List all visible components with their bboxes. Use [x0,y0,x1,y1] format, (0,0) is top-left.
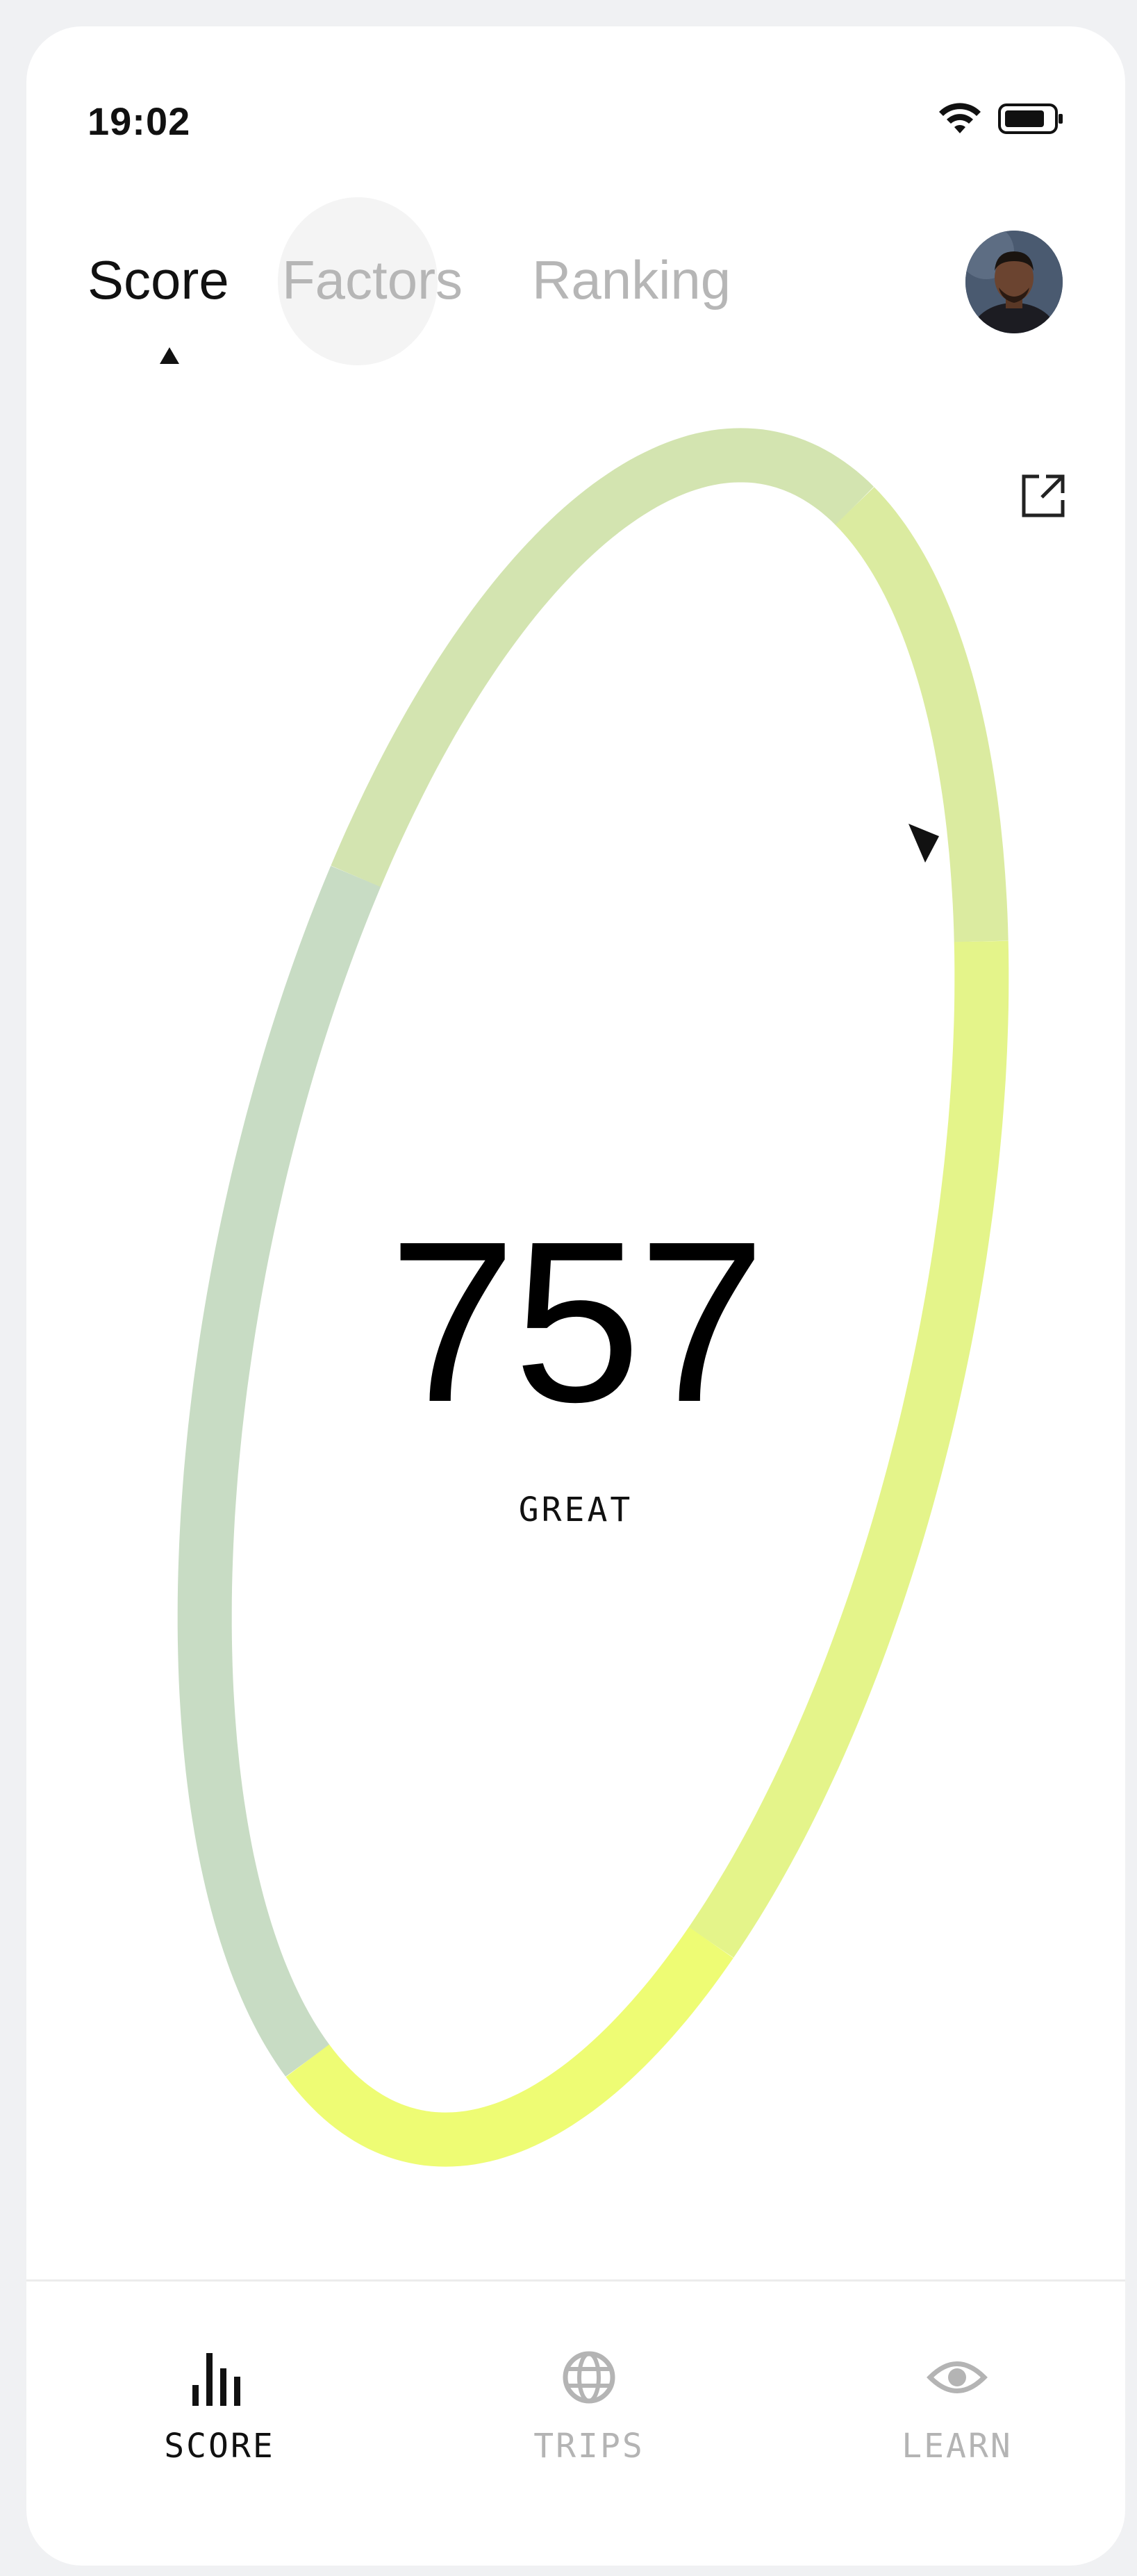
bottom-nav-divider [26,2279,1125,2282]
eye-icon [927,2361,988,2393]
score-rating-label: GREAT [518,1490,633,1529]
score-gauge-ring [177,428,1009,2167]
bar-chart-icon [192,2353,240,2406]
app-screen: 19:02 Score Factors Ranking 757 GREAT SC… [26,26,1125,2566]
gauge-pointer-icon [908,824,939,863]
ring-segment [331,428,874,888]
ring-segment [177,865,381,2077]
nav-label-learn: LEARN [902,2427,1013,2466]
phone-frame: 19:02 Score Factors Ranking 757 GREAT SC… [8,8,1129,2568]
score-value: 757 [388,1193,766,1449]
ring-segment [835,487,1009,942]
nav-item-learn[interactable]: LEARN [867,2346,1047,2466]
ring-segment [285,1927,733,2167]
nav-label-trips: TRIPS [533,2427,645,2466]
nav-label-score: SCORE [164,2427,275,2466]
nav-item-score[interactable]: SCORE [129,2346,310,2466]
nav-item-trips[interactable]: TRIPS [499,2346,679,2466]
globe-icon [563,2351,615,2404]
